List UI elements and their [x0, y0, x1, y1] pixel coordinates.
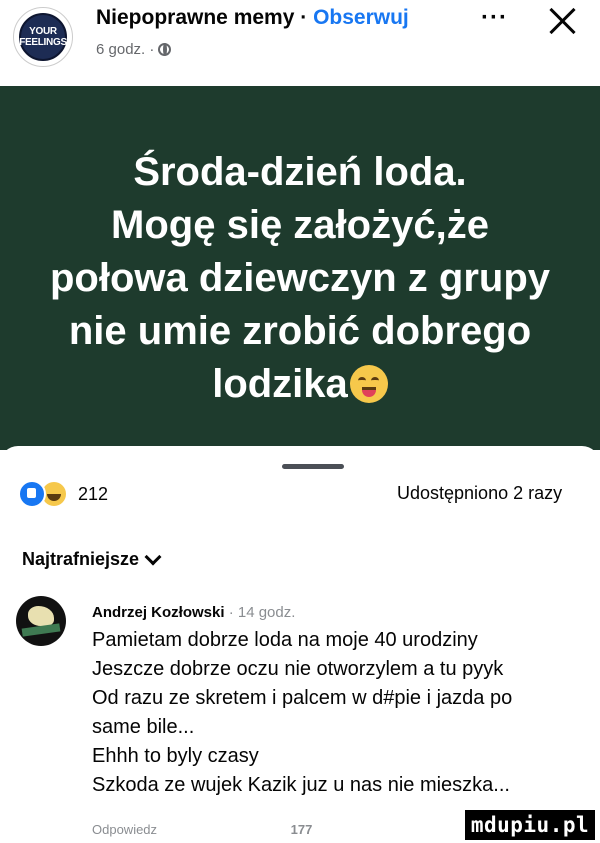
post-text: Środa-dzień loda. Mogę się założyć,że po…	[0, 146, 600, 411]
post-text-line-5-row: lodzika	[0, 358, 600, 411]
post-header: YOUR FEELINGS Niepoprawne memy · Obserwu…	[0, 0, 600, 86]
page-avatar[interactable]: YOUR FEELINGS	[13, 7, 73, 67]
comments-sheet: 212 Udostępniono 2 razy Najtrafniejsze A…	[0, 446, 600, 843]
page-name[interactable]: Niepoprawne memy	[96, 6, 294, 29]
comment-author-row: Andrzej Kozłowski · 14 godz.	[92, 604, 295, 621]
like-icon	[18, 480, 46, 508]
comment-author[interactable]: Andrzej Kozłowski	[92, 604, 225, 621]
comment-line: same bile...	[92, 716, 195, 738]
shares-count[interactable]: Udostępniono 2 razy	[397, 483, 562, 504]
post-text-line-1: Środa-dzień loda.	[133, 150, 467, 194]
reactions-summary[interactable]: 212	[18, 480, 108, 508]
globe-icon	[158, 43, 172, 56]
reply-button[interactable]: Odpowiedz	[92, 822, 157, 837]
comment-line: Ehhh to byly czasy	[92, 745, 259, 767]
comment-likes: 177	[290, 822, 313, 837]
avatar[interactable]	[16, 596, 66, 646]
more-options-button[interactable]: ···	[481, 4, 508, 32]
logo-text-line-2: FEELINGS	[19, 37, 67, 48]
comment-line: Szkoda ze wujek Kazik juz u nas nie mies…	[92, 774, 510, 796]
page-logo: YOUR FEELINGS	[19, 13, 67, 61]
post-image: Środa-dzień loda. Mogę się założyć,że po…	[0, 86, 600, 450]
post-text-line-5: lodzika	[212, 362, 348, 406]
drag-handle[interactable]	[282, 464, 344, 469]
comment-body: Pamietam dobrze loda na moje 40 urodziny…	[92, 626, 592, 800]
sort-label: Najtrafniejsze	[22, 549, 140, 569]
comment-sort-dropdown[interactable]: Najtrafniejsze	[22, 548, 162, 570]
reaction-count: 212	[78, 483, 109, 504]
separator: ·	[294, 6, 314, 29]
comment-line: Jeszcze dobrze oczu nie otworzylem a tu …	[92, 658, 504, 680]
chevron-down-icon	[144, 548, 162, 566]
comment-actions: Odpowiedz 177	[92, 822, 312, 837]
post-time[interactable]: 6 godz. ·	[96, 41, 154, 58]
comment-time: · 14 godz.	[224, 604, 296, 621]
comment-line: Od razu ze skretem i palcem w d#pie i ja…	[92, 687, 513, 709]
close-icon[interactable]	[545, 0, 579, 40]
tongue-emoji-icon	[349, 365, 388, 403]
post-text-line-4: nie umie zrobić dobrego	[68, 309, 532, 353]
watermark: mdupiu.pl	[465, 810, 595, 840]
follow-button[interactable]: Obserwuj	[313, 6, 409, 29]
post-meta: 6 godz. ·	[96, 41, 172, 58]
post-text-line-3: połowa dziewczyn z grupy	[49, 256, 551, 300]
logo-text-line-1: YOUR	[29, 26, 57, 37]
page-name-row: Niepoprawne memy · Obserwuj	[96, 6, 409, 30]
comment-line: Pamietam dobrze loda na moje 40 urodziny	[92, 629, 478, 651]
post-text-line-2: Mogę się założyć,że	[111, 203, 489, 247]
